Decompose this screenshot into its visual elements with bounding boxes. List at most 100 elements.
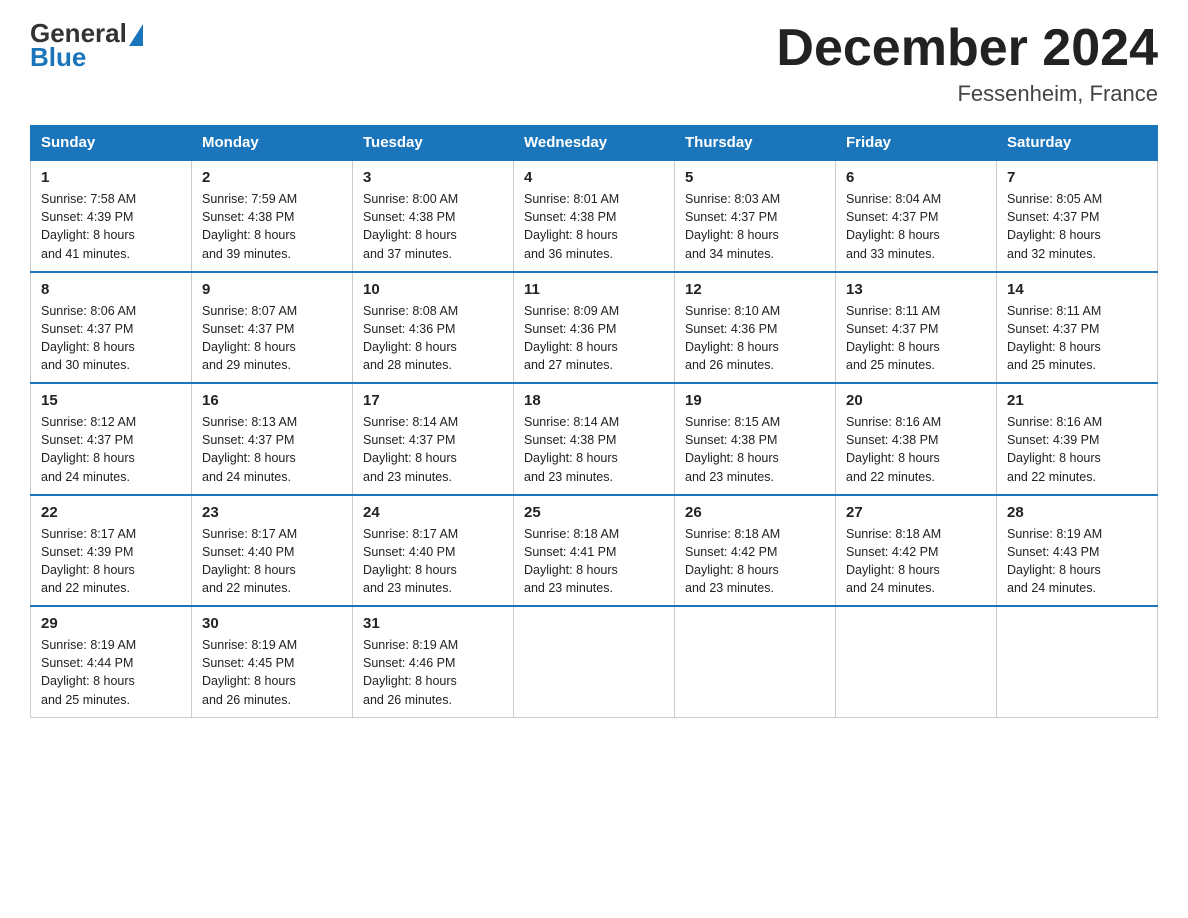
calendar-cell: 24 Sunrise: 8:17 AM Sunset: 4:40 PM Dayl…	[353, 495, 514, 607]
day-info: Sunrise: 8:17 AM Sunset: 4:40 PM Dayligh…	[202, 525, 342, 598]
day-info: Sunrise: 8:04 AM Sunset: 4:37 PM Dayligh…	[846, 190, 986, 263]
col-tuesday: Tuesday	[353, 126, 514, 161]
day-info: Sunrise: 8:07 AM Sunset: 4:37 PM Dayligh…	[202, 302, 342, 375]
calendar-cell: 11 Sunrise: 8:09 AM Sunset: 4:36 PM Dayl…	[514, 272, 675, 384]
day-number: 17	[363, 392, 503, 409]
calendar-cell: 3 Sunrise: 8:00 AM Sunset: 4:38 PM Dayli…	[353, 160, 514, 272]
day-number: 2	[202, 169, 342, 186]
logo-triangle-icon	[129, 24, 143, 46]
calendar-cell: 27 Sunrise: 8:18 AM Sunset: 4:42 PM Dayl…	[836, 495, 997, 607]
calendar-cell: 8 Sunrise: 8:06 AM Sunset: 4:37 PM Dayli…	[31, 272, 192, 384]
day-number: 26	[685, 504, 825, 521]
day-number: 27	[846, 504, 986, 521]
calendar-cell: 31 Sunrise: 8:19 AM Sunset: 4:46 PM Dayl…	[353, 606, 514, 717]
day-info: Sunrise: 8:01 AM Sunset: 4:38 PM Dayligh…	[524, 190, 664, 263]
day-number: 18	[524, 392, 664, 409]
calendar-cell: 12 Sunrise: 8:10 AM Sunset: 4:36 PM Dayl…	[675, 272, 836, 384]
day-info: Sunrise: 8:16 AM Sunset: 4:38 PM Dayligh…	[846, 413, 986, 486]
calendar-cell: 17 Sunrise: 8:14 AM Sunset: 4:37 PM Dayl…	[353, 383, 514, 495]
day-info: Sunrise: 8:09 AM Sunset: 4:36 PM Dayligh…	[524, 302, 664, 375]
day-number: 3	[363, 169, 503, 186]
calendar-cell: 13 Sunrise: 8:11 AM Sunset: 4:37 PM Dayl…	[836, 272, 997, 384]
day-info: Sunrise: 8:19 AM Sunset: 4:44 PM Dayligh…	[41, 636, 181, 709]
calendar-week-1: 1 Sunrise: 7:58 AM Sunset: 4:39 PM Dayli…	[31, 160, 1158, 272]
col-wednesday: Wednesday	[514, 126, 675, 161]
day-number: 12	[685, 281, 825, 298]
location: Fessenheim, France	[776, 81, 1158, 107]
day-number: 8	[41, 281, 181, 298]
day-info: Sunrise: 8:05 AM Sunset: 4:37 PM Dayligh…	[1007, 190, 1147, 263]
day-info: Sunrise: 8:18 AM Sunset: 4:42 PM Dayligh…	[685, 525, 825, 598]
day-info: Sunrise: 8:19 AM Sunset: 4:45 PM Dayligh…	[202, 636, 342, 709]
calendar-cell: 9 Sunrise: 8:07 AM Sunset: 4:37 PM Dayli…	[192, 272, 353, 384]
day-number: 29	[41, 615, 181, 632]
calendar-week-2: 8 Sunrise: 8:06 AM Sunset: 4:37 PM Dayli…	[31, 272, 1158, 384]
calendar-cell	[997, 606, 1158, 717]
day-number: 11	[524, 281, 664, 298]
day-number: 31	[363, 615, 503, 632]
day-number: 6	[846, 169, 986, 186]
day-info: Sunrise: 8:00 AM Sunset: 4:38 PM Dayligh…	[363, 190, 503, 263]
calendar-cell: 23 Sunrise: 8:17 AM Sunset: 4:40 PM Dayl…	[192, 495, 353, 607]
calendar-cell: 22 Sunrise: 8:17 AM Sunset: 4:39 PM Dayl…	[31, 495, 192, 607]
day-info: Sunrise: 8:19 AM Sunset: 4:43 PM Dayligh…	[1007, 525, 1147, 598]
calendar-cell: 21 Sunrise: 8:16 AM Sunset: 4:39 PM Dayl…	[997, 383, 1158, 495]
col-saturday: Saturday	[997, 126, 1158, 161]
day-info: Sunrise: 8:19 AM Sunset: 4:46 PM Dayligh…	[363, 636, 503, 709]
day-info: Sunrise: 8:10 AM Sunset: 4:36 PM Dayligh…	[685, 302, 825, 375]
day-number: 16	[202, 392, 342, 409]
day-info: Sunrise: 8:15 AM Sunset: 4:38 PM Dayligh…	[685, 413, 825, 486]
logo: General Blue	[30, 20, 145, 70]
calendar-cell	[836, 606, 997, 717]
day-number: 10	[363, 281, 503, 298]
day-number: 25	[524, 504, 664, 521]
day-info: Sunrise: 8:17 AM Sunset: 4:40 PM Dayligh…	[363, 525, 503, 598]
calendar-week-3: 15 Sunrise: 8:12 AM Sunset: 4:37 PM Dayl…	[31, 383, 1158, 495]
calendar-cell: 10 Sunrise: 8:08 AM Sunset: 4:36 PM Dayl…	[353, 272, 514, 384]
calendar-cell: 16 Sunrise: 8:13 AM Sunset: 4:37 PM Dayl…	[192, 383, 353, 495]
col-sunday: Sunday	[31, 126, 192, 161]
day-info: Sunrise: 7:59 AM Sunset: 4:38 PM Dayligh…	[202, 190, 342, 263]
day-info: Sunrise: 8:14 AM Sunset: 4:38 PM Dayligh…	[524, 413, 664, 486]
page-header: General Blue December 2024 Fessenheim, F…	[30, 20, 1158, 107]
calendar-table: Sunday Monday Tuesday Wednesday Thursday…	[30, 125, 1158, 718]
calendar-cell: 14 Sunrise: 8:11 AM Sunset: 4:37 PM Dayl…	[997, 272, 1158, 384]
title-block: December 2024 Fessenheim, France	[776, 20, 1158, 107]
day-number: 28	[1007, 504, 1147, 521]
day-info: Sunrise: 8:13 AM Sunset: 4:37 PM Dayligh…	[202, 413, 342, 486]
header-row: Sunday Monday Tuesday Wednesday Thursday…	[31, 126, 1158, 161]
calendar-week-5: 29 Sunrise: 8:19 AM Sunset: 4:44 PM Dayl…	[31, 606, 1158, 717]
calendar-cell: 4 Sunrise: 8:01 AM Sunset: 4:38 PM Dayli…	[514, 160, 675, 272]
calendar-week-4: 22 Sunrise: 8:17 AM Sunset: 4:39 PM Dayl…	[31, 495, 1158, 607]
day-number: 20	[846, 392, 986, 409]
day-info: Sunrise: 8:12 AM Sunset: 4:37 PM Dayligh…	[41, 413, 181, 486]
calendar-cell	[675, 606, 836, 717]
day-info: Sunrise: 8:14 AM Sunset: 4:37 PM Dayligh…	[363, 413, 503, 486]
calendar-cell: 20 Sunrise: 8:16 AM Sunset: 4:38 PM Dayl…	[836, 383, 997, 495]
day-number: 1	[41, 169, 181, 186]
calendar-cell: 7 Sunrise: 8:05 AM Sunset: 4:37 PM Dayli…	[997, 160, 1158, 272]
day-info: Sunrise: 8:16 AM Sunset: 4:39 PM Dayligh…	[1007, 413, 1147, 486]
day-info: Sunrise: 8:11 AM Sunset: 4:37 PM Dayligh…	[846, 302, 986, 375]
day-number: 21	[1007, 392, 1147, 409]
day-info: Sunrise: 8:18 AM Sunset: 4:41 PM Dayligh…	[524, 525, 664, 598]
day-info: Sunrise: 8:08 AM Sunset: 4:36 PM Dayligh…	[363, 302, 503, 375]
day-info: Sunrise: 8:17 AM Sunset: 4:39 PM Dayligh…	[41, 525, 181, 598]
day-number: 4	[524, 169, 664, 186]
day-info: Sunrise: 7:58 AM Sunset: 4:39 PM Dayligh…	[41, 190, 181, 263]
day-info: Sunrise: 8:03 AM Sunset: 4:37 PM Dayligh…	[685, 190, 825, 263]
calendar-cell: 25 Sunrise: 8:18 AM Sunset: 4:41 PM Dayl…	[514, 495, 675, 607]
calendar-cell: 30 Sunrise: 8:19 AM Sunset: 4:45 PM Dayl…	[192, 606, 353, 717]
day-number: 15	[41, 392, 181, 409]
day-number: 19	[685, 392, 825, 409]
day-info: Sunrise: 8:11 AM Sunset: 4:37 PM Dayligh…	[1007, 302, 1147, 375]
day-number: 24	[363, 504, 503, 521]
day-info: Sunrise: 8:06 AM Sunset: 4:37 PM Dayligh…	[41, 302, 181, 375]
calendar-cell: 15 Sunrise: 8:12 AM Sunset: 4:37 PM Dayl…	[31, 383, 192, 495]
calendar-cell: 29 Sunrise: 8:19 AM Sunset: 4:44 PM Dayl…	[31, 606, 192, 717]
day-number: 22	[41, 504, 181, 521]
calendar-cell: 5 Sunrise: 8:03 AM Sunset: 4:37 PM Dayli…	[675, 160, 836, 272]
day-number: 13	[846, 281, 986, 298]
col-friday: Friday	[836, 126, 997, 161]
day-number: 30	[202, 615, 342, 632]
